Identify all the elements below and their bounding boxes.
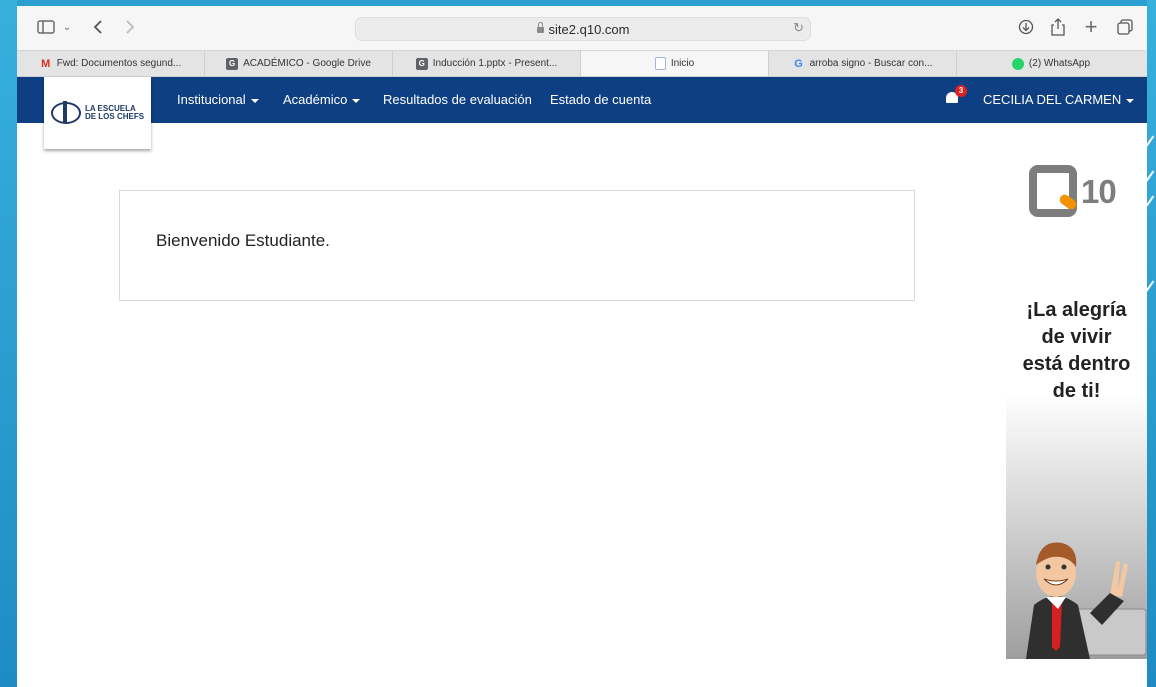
g-tab-icon: G xyxy=(226,57,239,70)
promo-banner[interactable]: ¡La alegría de vivir está dentro de ti! xyxy=(1006,289,1147,659)
nav-institucional[interactable]: Institucional xyxy=(177,92,259,107)
logo-line2: DE LOS CHEFS xyxy=(84,112,145,121)
g-tab-icon: G xyxy=(415,57,428,70)
gmail-icon: M xyxy=(41,57,51,70)
google-icon: G xyxy=(794,57,803,70)
tab-bar: M Fwd: Documentos segund... G ACADÉMICO … xyxy=(17,50,1147,77)
tab-label: (2) WhatsApp xyxy=(1028,58,1091,69)
nav-label: Académico xyxy=(283,92,348,107)
whatsapp-icon xyxy=(1011,57,1024,70)
tab-label: arroba signo - Buscar con... xyxy=(809,58,933,69)
decor-line xyxy=(1145,170,1155,182)
notification-badge: 3 xyxy=(955,85,967,97)
site-navbar: LA ESCUELA DE LOS CHEFS Institucional Ac… xyxy=(17,77,1147,149)
decor-line xyxy=(1145,135,1155,147)
promo-text: ¡La alegría de vivir está dentro de ti! xyxy=(1006,297,1147,405)
decor-line xyxy=(1145,280,1155,292)
tab-label: Fwd: Documentos segund... xyxy=(56,58,182,69)
sidebar-toggle-icon[interactable] xyxy=(35,16,57,38)
desktop-background-right xyxy=(1145,0,1156,687)
nav-academico[interactable]: Académico xyxy=(283,92,361,107)
school-logo[interactable]: LA ESCUELA DE LOS CHEFS xyxy=(44,77,151,149)
chevron-down-icon[interactable]: ⌄ xyxy=(60,16,74,38)
caret-down-icon xyxy=(1126,98,1135,103)
download-icon[interactable] xyxy=(1016,16,1036,38)
welcome-message: Bienvenido Estudiante. xyxy=(156,231,330,250)
logo-emblem-icon xyxy=(50,101,81,124)
nav-label: Estado de cuenta xyxy=(550,92,652,107)
nav-resultados-evaluacion[interactable]: Resultados de evaluación xyxy=(383,92,532,107)
tab-inicio[interactable]: Inicio xyxy=(581,51,769,76)
decor-line xyxy=(1145,195,1155,207)
share-icon[interactable] xyxy=(1048,16,1068,38)
tab-google-search[interactable]: G arroba signo - Buscar con... xyxy=(769,51,957,76)
desktop-background-left xyxy=(0,0,17,687)
browser-window: ⌄ site2.q10.com ↻ + M Fwd: Documentos se… xyxy=(17,6,1147,687)
forward-arrow-icon[interactable] xyxy=(121,16,139,38)
user-name: CECILIA DEL CARMEN xyxy=(983,92,1122,107)
promo-line: de ti! xyxy=(1052,380,1101,402)
promo-line: está dentro xyxy=(1022,353,1131,375)
back-arrow-icon[interactable] xyxy=(89,16,107,38)
promo-line: ¡La alegría xyxy=(1026,299,1127,321)
welcome-card: Bienvenido Estudiante. xyxy=(119,190,915,301)
tab-label: ACADÉMICO - Google Drive xyxy=(243,58,371,69)
reload-icon[interactable]: ↻ xyxy=(793,20,804,36)
new-tab-plus-icon[interactable]: + xyxy=(1081,14,1101,39)
page-icon xyxy=(654,57,666,70)
tab-label: Inicio xyxy=(670,58,695,69)
nav-estado-cuenta[interactable]: Estado de cuenta xyxy=(550,92,651,107)
tab-presentation[interactable]: G Inducción 1.pptx - Present... xyxy=(393,51,581,76)
lock-icon xyxy=(536,22,544,33)
promo-line: de vivir xyxy=(1041,326,1112,348)
tab-overview-icon[interactable] xyxy=(1115,16,1135,38)
browser-toolbar: ⌄ site2.q10.com ↻ + xyxy=(17,6,1147,50)
tab-whatsapp[interactable]: (2) WhatsApp xyxy=(957,51,1145,76)
caret-down-icon xyxy=(352,98,361,103)
q10-brand-text: 10 xyxy=(1081,173,1117,210)
nav-label: Resultados de evaluación xyxy=(383,92,532,107)
happy-businessman-illustration xyxy=(1026,542,1147,659)
tab-google-drive[interactable]: G ACADÉMICO - Google Drive xyxy=(205,51,393,76)
tab-label: Inducción 1.pptx - Present... xyxy=(432,58,558,69)
url-text: site2.q10.com xyxy=(548,22,630,37)
notifications-bell-icon[interactable]: 3 xyxy=(945,85,967,105)
nav-label: Institucional xyxy=(177,92,246,107)
q10-logo[interactable]: 10 xyxy=(1029,163,1129,223)
tab-gmail[interactable]: M Fwd: Documentos segund... xyxy=(17,51,205,76)
caret-down-icon xyxy=(250,98,259,103)
user-menu[interactable]: CECILIA DEL CARMEN xyxy=(983,92,1135,107)
address-bar[interactable]: site2.q10.com ↻ xyxy=(355,17,811,41)
